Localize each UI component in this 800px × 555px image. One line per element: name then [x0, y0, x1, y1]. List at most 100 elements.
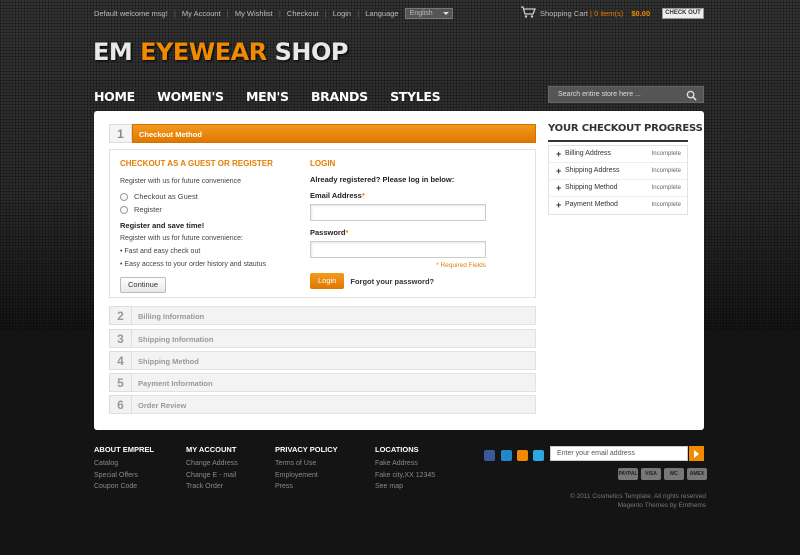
rss-icon[interactable] — [517, 450, 528, 461]
forgot-password-link[interactable]: Forgot your password? — [350, 277, 434, 286]
newsletter-box[interactable]: Enter your email address — [550, 446, 688, 461]
my-account-link[interactable]: My Account — [182, 9, 221, 18]
footer-link[interactable]: Track Order — [186, 481, 238, 493]
chevron-down-icon — [442, 12, 449, 15]
copyright-line: © 2011 Cosmetics Template. All rights re… — [569, 493, 706, 500]
progress-label: Billing Address — [565, 150, 611, 157]
radio-label: Checkout as Guest — [134, 192, 198, 201]
amex-icon: AMEX — [687, 468, 707, 480]
password-label-text: Password — [310, 228, 346, 237]
login-link[interactable]: Login — [333, 9, 351, 18]
step-shipping-method[interactable]: 4 Shipping Method — [109, 351, 536, 370]
progress-item-shipping-method[interactable]: + Shipping Method Incomplete — [549, 180, 687, 197]
radio-button[interactable] — [120, 205, 128, 214]
step-number: 4 — [109, 351, 132, 370]
welcome-message: Default welcome msg! — [94, 9, 168, 18]
step-payment-information[interactable]: 5 Payment Information — [109, 373, 536, 392]
login-button[interactable]: Login — [310, 273, 345, 289]
guest-register-section: CHECKOUT AS A GUEST OR REGISTER Register… — [120, 159, 300, 293]
login-actions: Login Forgot your password? — [310, 273, 530, 289]
checkout-link[interactable]: Checkout — [287, 9, 319, 18]
save-time-intro: Register with us for future convenience: — [120, 235, 243, 242]
nav-item-mens[interactable]: MEN'S — [246, 89, 289, 104]
continue-button[interactable]: Continue — [120, 277, 167, 293]
progress-status: Incomplete — [651, 151, 681, 157]
progress-item-payment-method[interactable]: + Payment Method Incomplete — [549, 197, 687, 214]
my-wishlist-link[interactable]: My Wishlist — [235, 9, 273, 18]
email-label-text: Email Address — [310, 191, 362, 200]
footer-link[interactable]: Coupon Code — [94, 481, 154, 493]
footer-heading: PRIVACY POLICY — [275, 445, 338, 454]
store-logo[interactable]: EM EYEWEAR SHOP — [93, 38, 348, 66]
language-select[interactable]: English — [404, 8, 453, 19]
email-field[interactable] — [310, 204, 486, 221]
footer-link[interactable]: Change Address — [186, 458, 238, 470]
language-label: Language — [365, 9, 399, 18]
separator: | — [173, 9, 176, 18]
guest-intro: Register with us for future convenience — [120, 178, 242, 185]
footer-link[interactable]: Terms of Use — [275, 458, 338, 470]
required-mark: * — [361, 191, 365, 200]
copyright: © 2011 Cosmetics Template. All rights re… — [520, 492, 706, 510]
radio-register[interactable]: Register — [120, 203, 300, 216]
footer-link[interactable]: Fake Address — [375, 458, 435, 470]
search-input[interactable]: Search entire store here ... — [558, 91, 641, 98]
progress-status: Incomplete — [651, 185, 681, 191]
progress-status: Incomplete — [651, 168, 681, 174]
progress-item-billing-address[interactable]: + Billing Address Incomplete — [549, 146, 687, 163]
divider — [548, 140, 688, 142]
footer-link[interactable]: Employement — [275, 470, 338, 482]
step-shipping-information[interactable]: 3 Shipping Information — [109, 329, 536, 348]
separator: | — [278, 9, 281, 18]
footer-heading: ABOUT EMPREL — [94, 445, 154, 454]
top-bar: Default welcome msg! | My Account | My W… — [0, 0, 800, 26]
search-box[interactable]: Search entire store here ... — [548, 86, 704, 103]
newsletter-submit-button[interactable] — [689, 446, 704, 461]
newsletter-email-input[interactable]: Enter your email address — [557, 450, 635, 457]
radio-label: Register — [134, 205, 162, 214]
checkout-progress-title: YOUR CHECKOUT PROGRESS — [548, 123, 703, 134]
radio-checkout-as-guest[interactable]: Checkout as Guest — [120, 190, 300, 203]
separator: | — [226, 9, 229, 18]
password-field[interactable] — [310, 241, 486, 258]
footer-link[interactable]: Special Offers — [94, 470, 154, 482]
main-nav: HOME WOMEN'S MEN'S BRANDS STYLES — [94, 89, 460, 105]
cart-icon — [521, 6, 536, 18]
step-order-review[interactable]: 6 Order Review — [109, 395, 536, 414]
nav-item-home[interactable]: HOME — [94, 89, 135, 104]
nav-item-brands[interactable]: BRANDS — [311, 89, 368, 104]
twitter-icon[interactable] — [533, 450, 544, 461]
plus-icon: + — [556, 149, 562, 159]
step-number: 1 — [109, 124, 132, 143]
search-icon[interactable] — [686, 90, 697, 101]
progress-item-shipping-address[interactable]: + Shipping Address Incomplete — [549, 163, 687, 180]
nav-item-womens[interactable]: WOMEN'S — [157, 89, 224, 104]
plus-icon: + — [556, 166, 562, 176]
step-title: Shipping Method — [132, 351, 536, 370]
skype-icon[interactable] — [501, 450, 512, 461]
step-number: 5 — [109, 373, 132, 392]
progress-label: Payment Method — [565, 201, 618, 208]
step-checkout-method[interactable]: 1 Checkout Method — [109, 124, 536, 143]
check-out-button[interactable]: CHECK OUT — [662, 8, 704, 19]
footer-link[interactable]: Fake city,XX 12345 — [375, 470, 435, 482]
benefit-item: Easy access to your order history and st… — [120, 258, 300, 271]
mastercard-icon: MC — [664, 468, 684, 480]
visa-icon: VISA — [641, 468, 661, 480]
separator: | — [324, 9, 327, 18]
required-mark: * — [345, 228, 349, 237]
step-number: 6 — [109, 395, 132, 414]
plus-icon: + — [556, 200, 562, 210]
footer-heading: MY ACCOUNT — [186, 445, 237, 454]
facebook-icon[interactable] — [484, 450, 495, 461]
footer-column-privacy: PRIVACY POLICY Terms of Use Employement … — [275, 445, 338, 493]
footer-link[interactable]: See map — [375, 481, 435, 493]
radio-button[interactable] — [120, 192, 128, 201]
footer-link[interactable]: Change E - mail — [186, 470, 238, 482]
nav-item-styles[interactable]: STYLES — [390, 89, 441, 104]
footer-link[interactable]: Press — [275, 481, 338, 493]
cart-label: Shopping Cart — [540, 9, 588, 18]
save-time-heading: Register and save time! — [120, 221, 205, 230]
step-billing-information[interactable]: 2 Billing Information — [109, 306, 536, 325]
footer-link[interactable]: Catalog — [94, 458, 154, 470]
